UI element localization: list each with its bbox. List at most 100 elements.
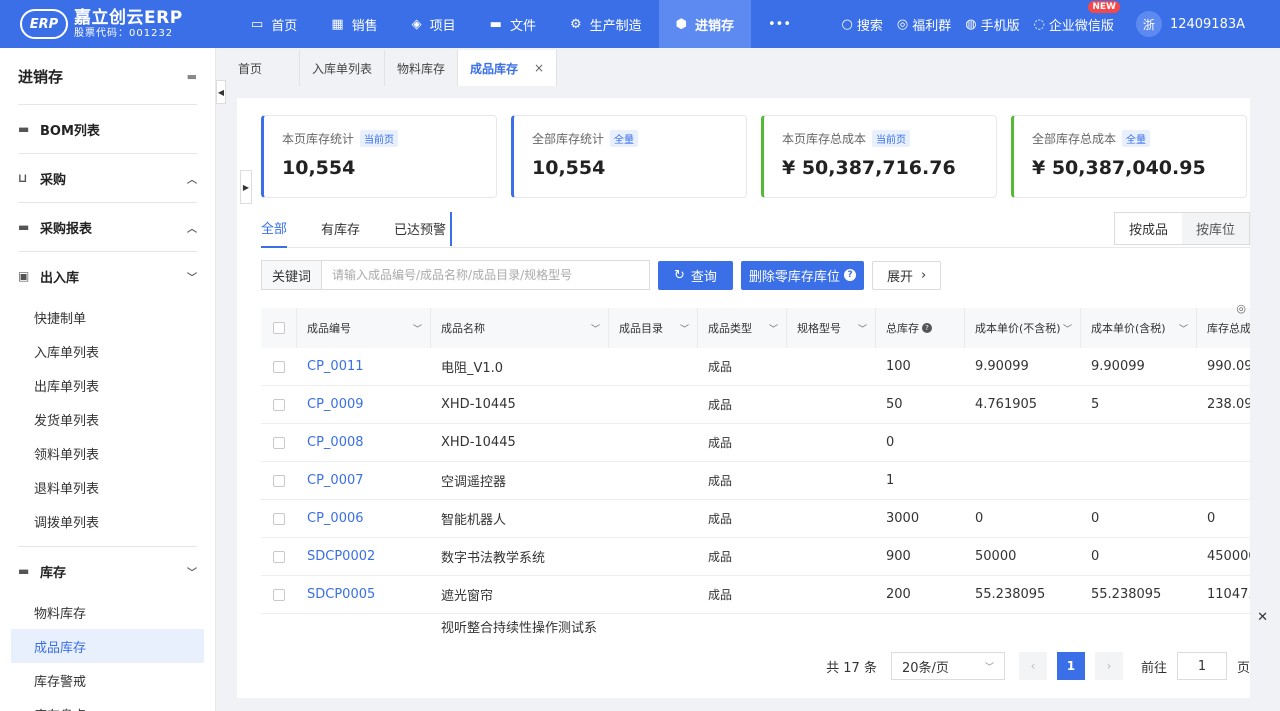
welfare-group-tool[interactable]: ◎ 福利群 [897,15,951,34]
chevron-up-icon: ︿ [187,174,197,186]
sidebar-item-shipping-list[interactable]: 发货单列表 [11,402,204,436]
tab-material-stock[interactable]: 物料库存 [385,50,459,86]
main-nav: ▭ 首页 ▦ 销售 ◈ 项目 ▬ 文件 ⚙ 生产制造 ⬢ 进销存 ••• [234,0,808,48]
prev-page-button[interactable]: ‹ [1018,652,1047,680]
column-settings-icon[interactable]: ◎ [1236,302,1246,315]
table-row[interactable]: SDCP0005 遮光窗帘 成品 200 55.238095 55.238095… [261,576,1250,614]
row-checkbox[interactable] [273,474,285,487]
goto-page-input[interactable]: 1 [1176,652,1227,680]
sidebar-item-outbound-list[interactable]: 出库单列表 [11,368,204,402]
product-stock-table: ◎ 成品编号 ﹀ 成品名称 ﹀ 成品目录 ﹀ 成品类型 ﹀ 规格型号 ﹀ 总库存? 成本单… [261,302,1250,636]
sidebar-group-bom[interactable]: ▬ BOM列表 [18,105,197,153]
chevron-up-icon: ︿ [187,223,197,235]
view-by-location[interactable]: 按库位 [1181,213,1249,244]
sidebar-item-quick-order[interactable]: 快捷制单 [11,300,204,334]
table-row[interactable]: CP_0006 智能机器人 成品 3000 0 0 0 [261,500,1250,538]
tab-inbound-list[interactable]: 入库单列表 [300,50,386,86]
table-row[interactable]: CP_0009 XHD-10445 成品 50 4.761905 5 238.0… [261,386,1250,424]
query-button[interactable]: ↻ 查询 [658,260,733,290]
unit-cost-incl-tax: 9.90099 [1091,359,1145,374]
row-checkbox[interactable] [273,550,285,563]
col-product-catalog[interactable]: 成品目录 ﹀ [609,308,698,348]
list-icon: ▬ [18,564,30,578]
sidebar-item-inbound-list[interactable]: 入库单列表 [11,334,204,368]
monitor-icon: ▭ [251,16,264,32]
sidebar-item-requisition-list[interactable]: 领料单列表 [11,436,204,470]
nav-files[interactable]: ▬ 文件 [473,0,553,48]
tab-product-stock[interactable]: 成品库存 × [458,50,558,86]
panel-expand-button[interactable]: ▶ [240,170,252,204]
page-1-button[interactable]: 1 [1056,652,1085,680]
sidebar-group-purchase-report[interactable]: ▬ 采购报表 ︿ [18,203,197,251]
view-by-product[interactable]: 按成品 [1114,213,1182,244]
row-checkbox[interactable] [273,360,285,373]
sidebar-group-stock[interactable]: ▬ 库存 ﹀ [18,547,197,595]
search-tool[interactable]: ○ 搜索 [842,15,883,34]
close-icon[interactable]: × [534,61,544,75]
table-row[interactable]: CP_0008 XHD-10445 成品 0 [261,424,1250,462]
row-checkbox[interactable] [273,588,285,601]
col-unit-cost-incl-tax[interactable]: 成本单价(含税) ﹀ [1081,308,1197,348]
sidebar-item-transfer-list[interactable]: 调拨单列表 [11,504,204,538]
product-code-link[interactable]: CP_0006 [297,511,431,526]
sidebar-group-purchase[interactable]: ⊔ 采购 ︿ [18,154,197,202]
sidebar-item-material-stock[interactable]: 物料库存 [11,595,204,629]
product-code-link[interactable]: CP_0011 [297,359,431,374]
col-product-code[interactable]: 成品编号 ﹀ [297,308,431,348]
tab-home[interactable]: 首页 [226,50,300,86]
col-unit-cost-excl-tax[interactable]: 成本单价(不含税) ﹀ [965,308,1081,348]
nav-project[interactable]: ◈ 项目 [395,0,473,48]
filter-tabs: 全部 有库存 已达预警 按成品 按库位 [261,210,1250,248]
nav-inventory[interactable]: ⬢ 进销存 [658,0,751,48]
next-page-button[interactable]: › [1094,652,1123,680]
page-size-select[interactable]: 20条/页 ﹀ [890,652,1005,680]
view-toggle: 按成品 按库位 [1113,212,1250,245]
nav-more[interactable]: ••• [751,0,808,48]
chevron-down-icon: ﹀ [679,324,689,335]
col-product-name[interactable]: 成品名称 ﹀ [431,308,609,348]
unit-cost-excl-tax: 50000 [975,549,1017,564]
row-checkbox[interactable] [273,398,285,411]
avatar: 浙 [1135,11,1162,37]
row-checkbox[interactable] [273,512,285,525]
mobile-tool[interactable]: ◍ 手机版 [965,15,1019,34]
nav-manufacturing[interactable]: ⚙ 生产制造 [553,0,659,48]
col-total-stock[interactable]: 总库存? [876,308,965,348]
unit-cost-excl-tax: 9.90099 [975,359,1029,374]
table-row[interactable]: SDCP0002 数字书法教学系统 成品 900 50000 0 450000 [261,538,1250,576]
nav-home[interactable]: ▭ 首页 [234,0,314,48]
sidebar-item-stock-count[interactable]: 库存盘点 [11,697,204,711]
product-code-link[interactable]: CP_0009 [297,397,431,412]
table-row[interactable]: 视听整合持续性操作测试系 [261,614,1250,636]
search-input[interactable] [322,261,649,289]
filter-tab-all[interactable]: 全部 [261,210,288,248]
sidebar-group-inout[interactable]: ▣ 出入库 ﹀ [18,252,197,300]
app-logo[interactable]: ERP 嘉立创云ERP 股票代码：001232 [0,0,218,48]
sidebar-item-stock-alert[interactable]: 库存警戒 [11,663,204,697]
wecom-tool[interactable]: ◌ 企业微信版 NEW [1034,0,1120,34]
close-icon[interactable]: ✕ [1257,610,1268,625]
sidebar-collapse-button[interactable]: ◀ [216,80,226,104]
product-code-link[interactable]: CP_0008 [297,435,431,450]
user-menu[interactable]: 浙 12409183A [1135,11,1245,37]
tab-bar: 首页 入库单列表 物料库存 成品库存 × [226,48,1280,86]
col-spec-model[interactable]: 规格型号 ﹀ [787,308,876,348]
sidebar-item-return-list[interactable]: 退料单列表 [11,470,204,504]
table-row[interactable]: CP_0011 电阻_V1.0 成品 100 9.90099 9.90099 9… [261,348,1250,386]
nav-sales[interactable]: ▦ 销售 [314,0,394,48]
row-checkbox[interactable] [273,436,285,449]
filter-tab-alert[interactable]: 已达预警 [394,210,446,248]
pin-icon[interactable]: ▬ [187,70,197,83]
chat-icon: ◎ [896,16,909,32]
sidebar-item-product-stock[interactable]: 成品库存 [11,629,204,663]
filter-tab-in-stock[interactable]: 有库存 [321,210,360,248]
product-code-link[interactable]: SDCP0005 [297,587,431,602]
sidebar-title: 进销存 [18,67,64,86]
product-code-link[interactable]: CP_0007 [297,473,431,488]
expand-button[interactable]: 展开 › [871,260,942,290]
delete-zero-stock-button[interactable]: 删除零库存库位? [740,260,864,290]
table-row[interactable]: CP_0007 空调遥控器 成品 1 [261,462,1250,500]
col-product-type[interactable]: 成品类型 ﹀ [698,308,787,348]
select-all-checkbox[interactable] [273,322,285,334]
product-code-link[interactable]: SDCP0002 [297,549,431,564]
